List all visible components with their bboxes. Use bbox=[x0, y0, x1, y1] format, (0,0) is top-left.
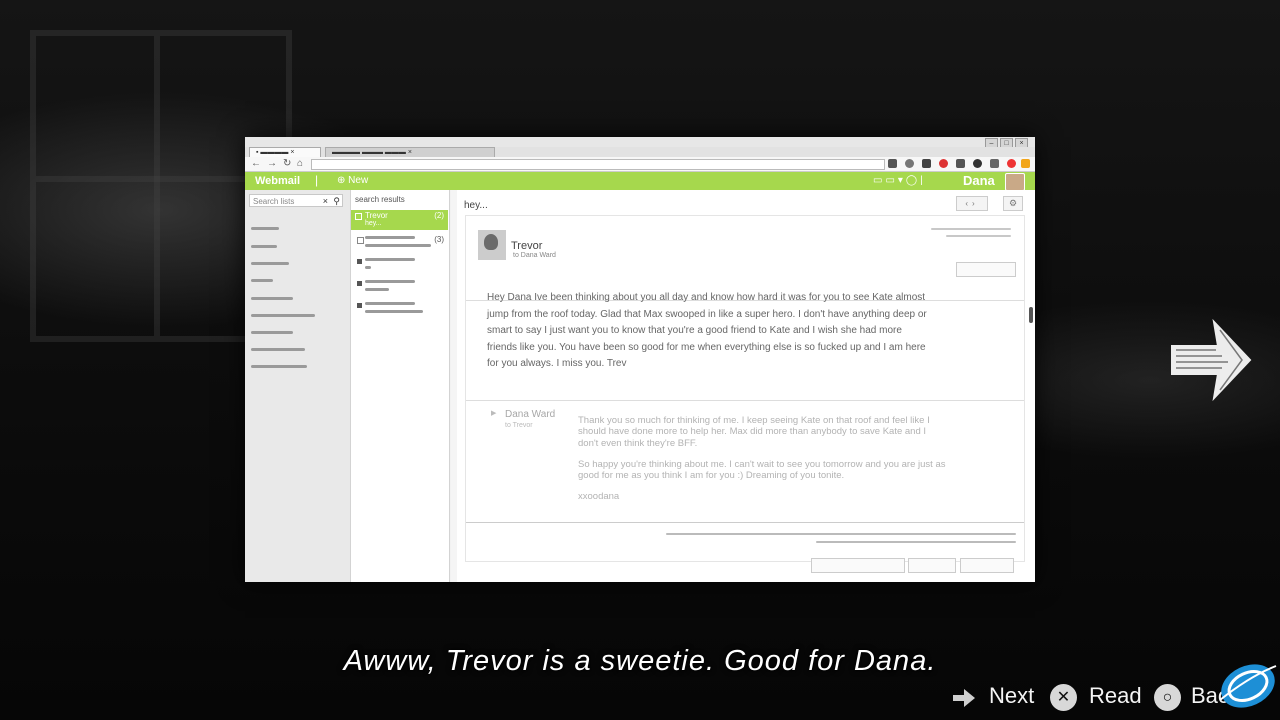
new-mail-button[interactable]: ⊕ New bbox=[337, 174, 368, 188]
browser-tab-active[interactable]: ▪ ▬▬▬▬ × bbox=[249, 147, 321, 157]
folder-item[interactable] bbox=[251, 227, 279, 230]
folder-item[interactable] bbox=[251, 262, 289, 265]
quoted-recipient: to Trevor bbox=[505, 422, 533, 429]
divider: | bbox=[315, 173, 319, 187]
list-item[interactable] bbox=[351, 256, 448, 276]
circle-button-icon: ○ bbox=[1154, 684, 1181, 711]
archive-button[interactable] bbox=[960, 558, 1014, 573]
reading-pane: hey... ‹› ⚙ Trevor to Dana Ward Hey Dana… bbox=[457, 190, 1035, 582]
message-sender: Trevor bbox=[511, 240, 543, 252]
address-bar[interactable] bbox=[311, 159, 885, 170]
list-item-selected[interactable]: Trevor hey... (2) bbox=[351, 210, 448, 230]
browser-tab-inactive[interactable]: ▬▬▬▬ ▬▬▬ ▬▬▬ × bbox=[325, 147, 495, 157]
message-nav-arrows[interactable]: ‹› bbox=[956, 196, 988, 211]
sender-avatar bbox=[478, 230, 506, 260]
message-subject: hey... bbox=[464, 200, 488, 211]
folder-item[interactable] bbox=[251, 331, 293, 334]
stick-icon bbox=[953, 689, 975, 707]
extension-icon[interactable] bbox=[956, 159, 965, 168]
x-icon[interactable]: × bbox=[323, 195, 328, 208]
checkbox[interactable] bbox=[355, 213, 362, 220]
watermark-logo bbox=[1219, 664, 1277, 708]
arrow-right-icon[interactable]: → bbox=[267, 158, 277, 170]
home-icon[interactable]: ⌂ bbox=[297, 158, 303, 170]
cross-button-icon: ✕ bbox=[1050, 684, 1077, 711]
extension-icon[interactable] bbox=[1007, 159, 1016, 168]
folder-item[interactable] bbox=[251, 245, 277, 248]
message-list: search results Trevor hey... (2) (3) bbox=[351, 190, 450, 582]
arrow-left-icon[interactable]: ← bbox=[251, 158, 261, 170]
folder-item[interactable] bbox=[251, 314, 315, 317]
extension-icon[interactable] bbox=[905, 159, 914, 168]
extension-icon[interactable] bbox=[939, 159, 948, 168]
list-item[interactable] bbox=[351, 300, 448, 320]
quoted-sender: Dana Ward bbox=[505, 409, 556, 420]
checkbox[interactable] bbox=[357, 237, 364, 244]
extension-icon[interactable] bbox=[922, 159, 931, 168]
menu-icon[interactable] bbox=[1021, 159, 1030, 168]
forward-button[interactable] bbox=[908, 558, 956, 573]
user-name[interactable]: Dana bbox=[963, 173, 995, 189]
header-tool-icons[interactable]: ▭▭▾◯| bbox=[873, 174, 926, 188]
computer-screen[interactable]: – □ × ▪ ▬▬▬▬ × ▬▬▬▬ ▬▬▬ ▬▬▬ × ← → ↻ ⌂ We… bbox=[245, 137, 1035, 582]
extension-icon[interactable] bbox=[888, 159, 897, 168]
reply-button[interactable] bbox=[956, 262, 1016, 277]
folder-search-input[interactable]: Search lists × ⚲ bbox=[249, 194, 343, 207]
folder-item[interactable] bbox=[251, 365, 307, 368]
reload-icon[interactable]: ↻ bbox=[283, 158, 291, 170]
folder-item[interactable] bbox=[251, 279, 273, 282]
list-item[interactable] bbox=[351, 278, 448, 298]
expand-arrow-icon[interactable]: ▶ bbox=[491, 409, 496, 417]
avatar[interactable] bbox=[1005, 173, 1025, 191]
message-card: Trevor to Dana Ward Hey Dana Ive been th… bbox=[465, 215, 1025, 573]
list-item[interactable]: (3) bbox=[351, 234, 448, 254]
scrollbar[interactable] bbox=[1029, 307, 1033, 323]
webmail-header: Webmail | ⊕ New ▭▭▾◯| Dana bbox=[245, 172, 1035, 191]
message-recipient: to Dana Ward bbox=[513, 252, 556, 259]
plus-circle-icon: ⊕ bbox=[337, 175, 346, 186]
browser-navbar: ← → ↻ ⌂ bbox=[245, 157, 1035, 172]
webmail-brand[interactable]: Webmail bbox=[255, 174, 300, 188]
folder-pane: Search lists × ⚲ bbox=[245, 190, 351, 582]
extension-icon[interactable] bbox=[973, 159, 982, 168]
extension-icon[interactable] bbox=[990, 159, 999, 168]
gear-icon[interactable]: ⚙ bbox=[1003, 196, 1023, 211]
folder-item[interactable] bbox=[251, 348, 305, 351]
results-header: search results bbox=[355, 195, 405, 204]
subtitle-text: Awww, Trevor is a sweetie. Good for Dana… bbox=[343, 645, 937, 677]
message-body: Hey Dana Ive been thinking about you all… bbox=[487, 292, 927, 370]
arrow-right-icon[interactable] bbox=[1168, 318, 1254, 404]
quoted-message: Thank you so much for thinking of me. I … bbox=[578, 415, 946, 503]
magnifier-icon[interactable]: ⚲ bbox=[333, 195, 340, 208]
browser-tabstrip: ▪ ▬▬▬▬ × ▬▬▬▬ ▬▬▬ ▬▬▬ × bbox=[245, 147, 1035, 157]
folder-item[interactable] bbox=[251, 297, 293, 300]
reply-all-button[interactable] bbox=[811, 558, 905, 573]
